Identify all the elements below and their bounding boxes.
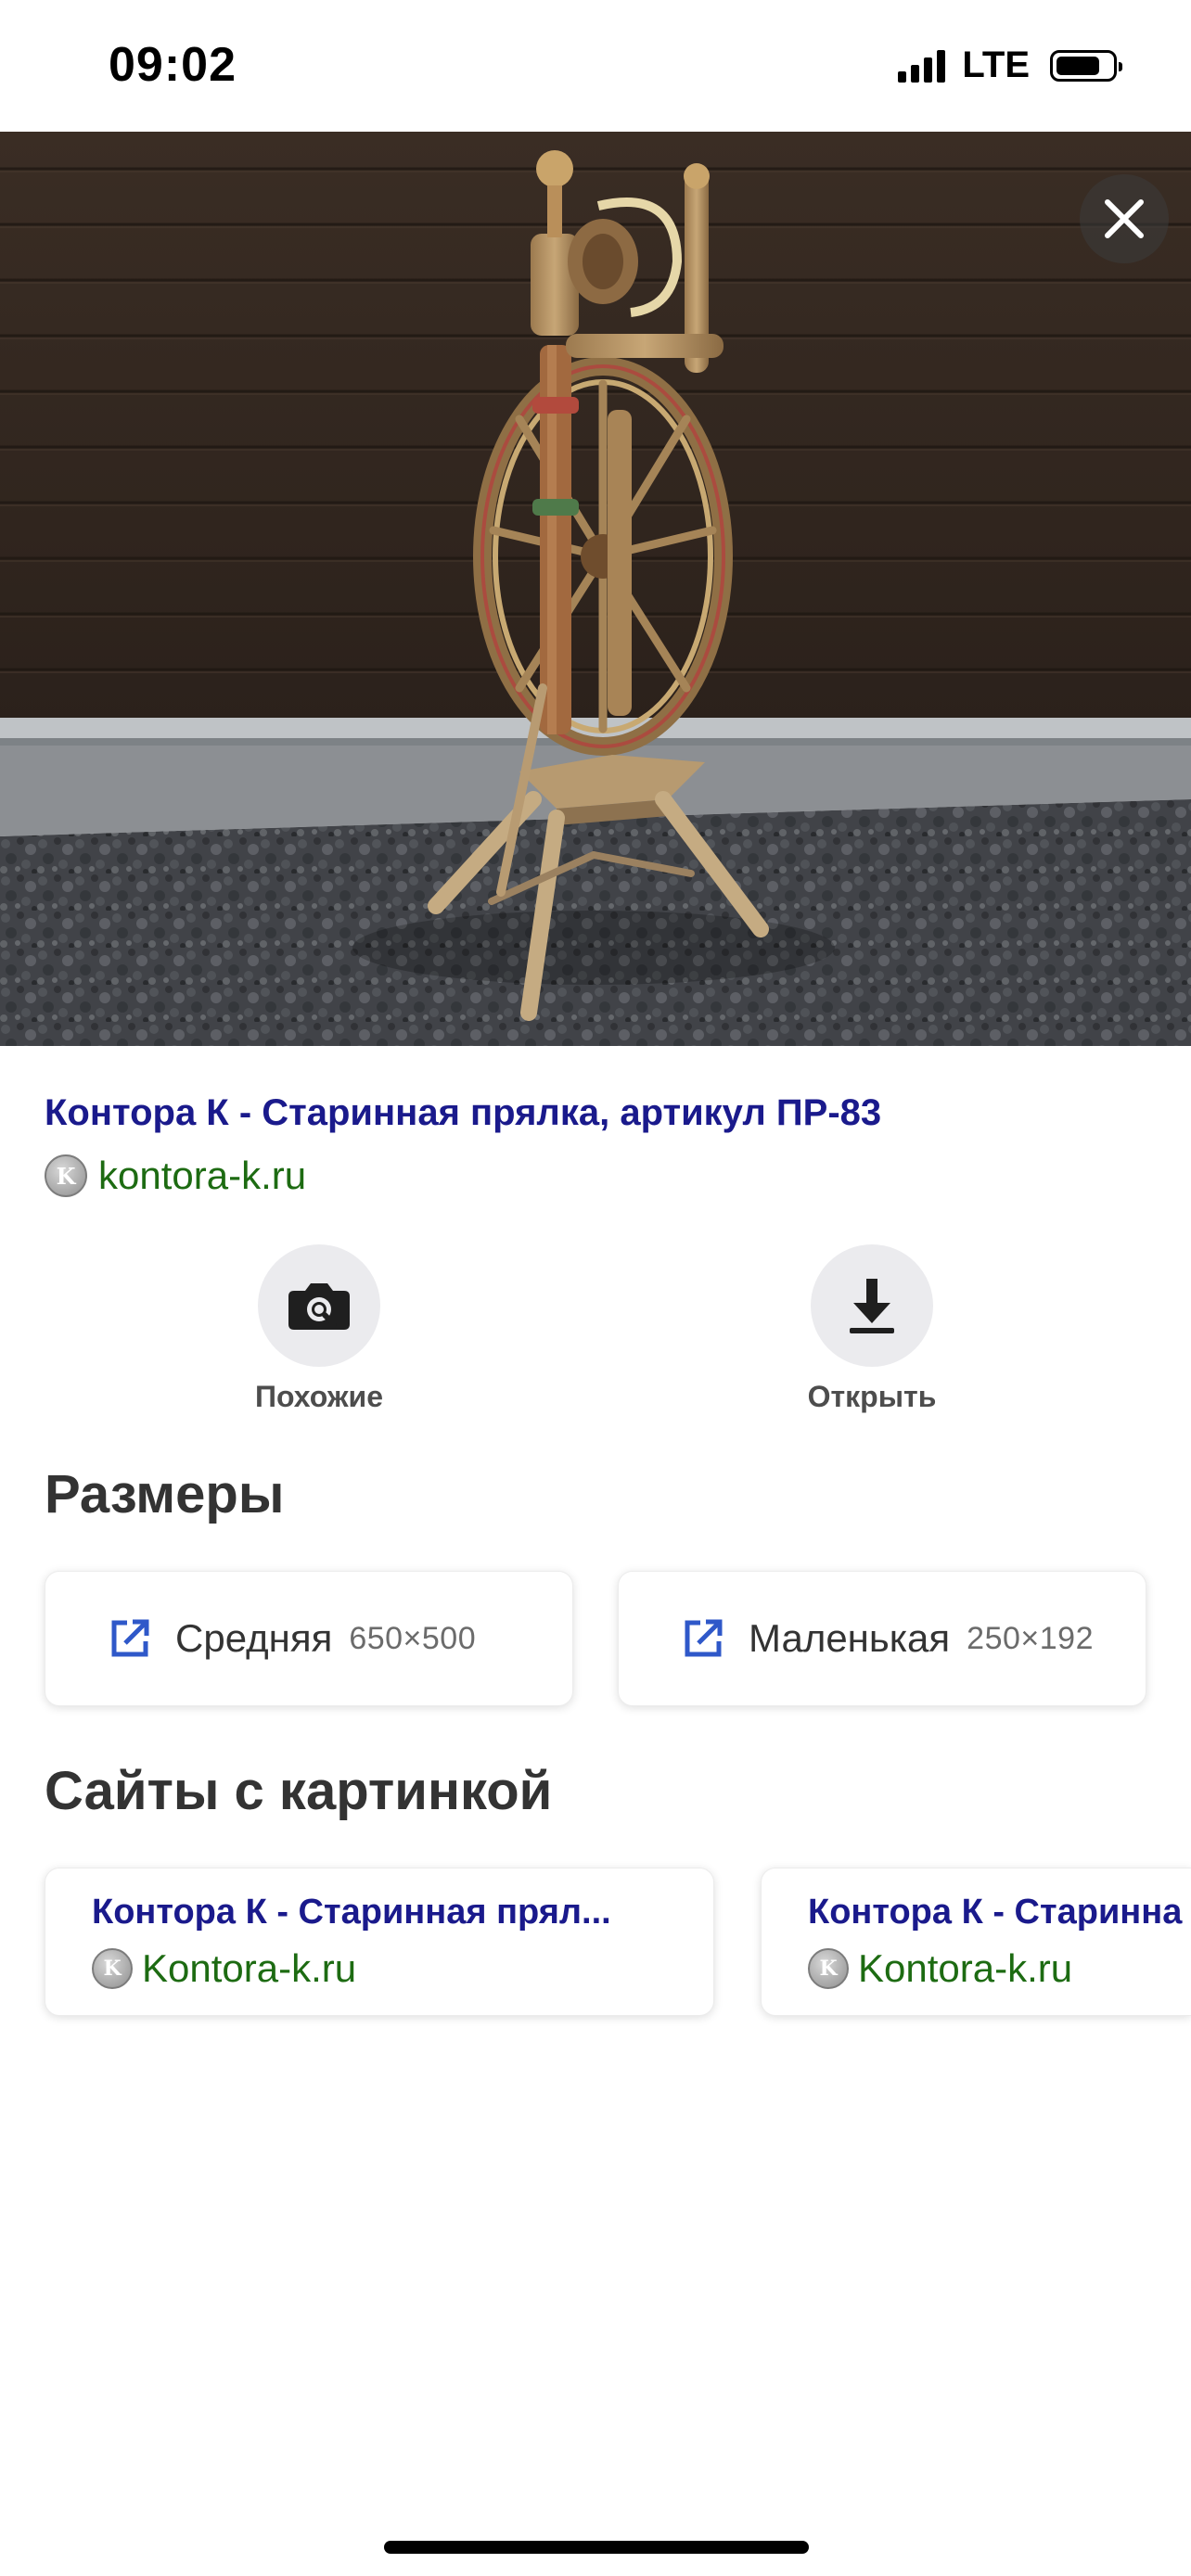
status-time: 09:02 bbox=[109, 38, 237, 92]
close-icon bbox=[1105, 199, 1144, 238]
result-source-link[interactable]: kontora-k.ru bbox=[98, 1154, 306, 1198]
battery-icon bbox=[1050, 49, 1122, 82]
result-title-link[interactable]: Контора К - Старинная прялка, артикул ПР… bbox=[45, 1092, 881, 1134]
external-link-icon bbox=[111, 1619, 149, 1657]
status-indicators: LTE bbox=[898, 45, 1122, 86]
size-dimensions: 650×500 bbox=[349, 1620, 477, 1656]
open-button[interactable]: Открыть bbox=[761, 1244, 983, 1414]
close-button[interactable] bbox=[1080, 174, 1169, 263]
site-favicon-icon: K bbox=[92, 1948, 133, 1989]
size-card-small[interactable]: Маленькая 250×192 bbox=[618, 1571, 1146, 1706]
size-dimensions: 250×192 bbox=[967, 1620, 1094, 1656]
signal-icon bbox=[898, 49, 946, 83]
spinning-wheel-photo bbox=[0, 132, 1191, 1046]
size-name: Маленькая bbox=[749, 1616, 951, 1660]
sizes-section-title: Размеры bbox=[45, 1464, 285, 1524]
sites-section-title: Сайты с картинкой bbox=[45, 1761, 553, 1821]
site-card[interactable]: Контора К - Старинна K Kontora-k.ru bbox=[761, 1868, 1191, 2016]
similar-button[interactable]: Похожие bbox=[208, 1244, 430, 1414]
similar-label: Похожие bbox=[254, 1380, 384, 1413]
result-image[interactable] bbox=[0, 132, 1191, 1046]
external-link-icon bbox=[685, 1619, 723, 1657]
size-name: Средняя bbox=[175, 1616, 333, 1660]
site-card[interactable]: Контора К - Старинная прял... K Kontora-… bbox=[45, 1868, 714, 2016]
site-favicon-icon: K bbox=[45, 1154, 87, 1197]
site-card-source: K Kontora-k.ru bbox=[808, 1946, 1072, 1991]
open-label: Открыть bbox=[807, 1380, 937, 1413]
battery-level bbox=[1057, 56, 1099, 75]
site-card-title[interactable]: Контора К - Старинная прял... bbox=[92, 1893, 611, 1932]
similar-button-circle[interactable] bbox=[258, 1244, 380, 1367]
size-card-medium[interactable]: Средняя 650×500 bbox=[45, 1571, 573, 1706]
site-card-source-link[interactable]: Kontora-k.ru bbox=[142, 1946, 356, 1991]
open-button-circle[interactable] bbox=[811, 1244, 933, 1367]
status-bar: 09:02 LTE bbox=[0, 0, 1191, 132]
download-icon bbox=[850, 1279, 894, 1333]
home-indicator[interactable] bbox=[384, 2541, 809, 2554]
site-card-title[interactable]: Контора К - Старинна bbox=[808, 1893, 1182, 1932]
result-source[interactable]: K kontora-k.ru bbox=[45, 1154, 306, 1198]
site-favicon-icon: K bbox=[808, 1948, 849, 1989]
network-label: LTE bbox=[962, 45, 1030, 85]
site-card-source-link[interactable]: Kontora-k.ru bbox=[858, 1946, 1072, 1991]
site-card-source: K Kontora-k.ru bbox=[92, 1946, 356, 1991]
camera-search-icon bbox=[288, 1283, 350, 1330]
